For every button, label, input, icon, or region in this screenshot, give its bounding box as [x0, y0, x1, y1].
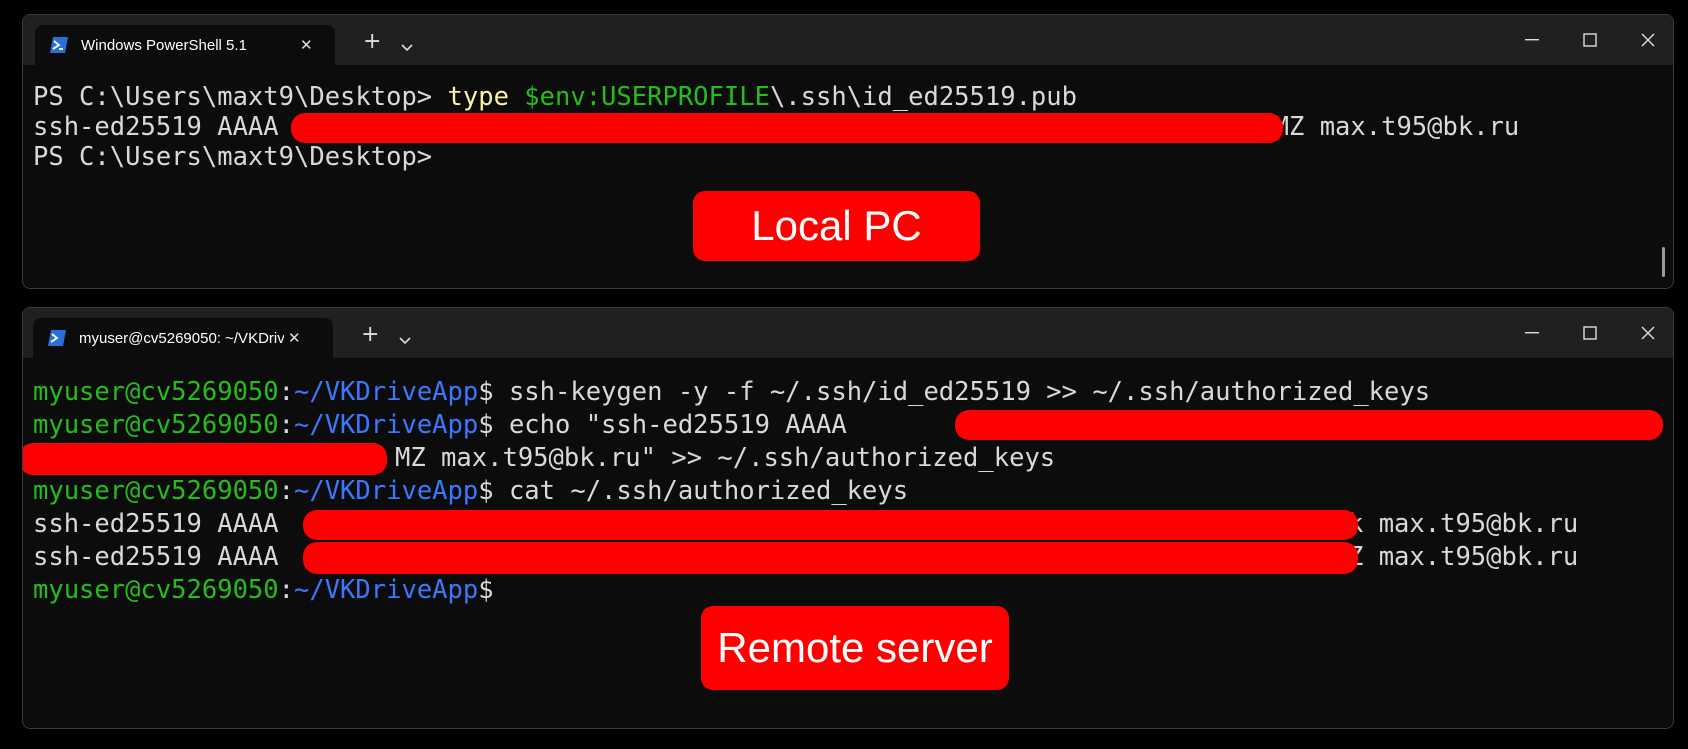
tab-remote-server[interactable]: myuser@cv5269050: ~/VKDriveApp ✕: [33, 318, 333, 358]
tab-close-icon[interactable]: ✕: [288, 329, 301, 347]
close-window-button[interactable]: [1633, 322, 1663, 344]
local-pc-label: Local PC: [693, 191, 980, 261]
title-bar: Windows PowerShell 5.1 ✕ +: [23, 15, 1673, 65]
title-bar: myuser@cv5269050: ~/VKDriveApp ✕ +: [23, 308, 1673, 358]
redaction-mark: [291, 113, 1283, 143]
remote-terminal-window: myuser@cv5269050: ~/VKDriveApp ✕ + myuse…: [22, 307, 1674, 729]
tab-close-icon[interactable]: ✕: [300, 36, 313, 54]
redaction-mark: [303, 510, 1358, 540]
powershell-icon: [49, 36, 69, 54]
minimize-button[interactable]: [1517, 322, 1547, 344]
tab-title: myuser@cv5269050: ~/VKDriveApp: [79, 329, 284, 347]
tab-powershell[interactable]: Windows PowerShell 5.1 ✕: [35, 25, 335, 65]
terminal-line: myuser@cv5269050:~/VKDriveApp$ cat ~/.ss…: [33, 476, 909, 506]
minimize-button[interactable]: [1517, 29, 1547, 51]
redaction-mark: [23, 443, 387, 475]
terminal-output[interactable]: myuser@cv5269050:~/VKDriveApp$ ssh-keyge…: [23, 360, 1673, 728]
new-tab-button[interactable]: +: [361, 324, 379, 346]
redaction-mark: [303, 542, 1358, 574]
maximize-button[interactable]: [1575, 29, 1605, 51]
chevron-down-icon[interactable]: [401, 37, 413, 56]
scrollbar[interactable]: [1662, 247, 1665, 277]
terminal-line: myuser@cv5269050:~/VKDriveApp$ echo "ssh…: [33, 410, 847, 440]
chevron-down-icon[interactable]: [399, 330, 411, 349]
new-tab-button[interactable]: +: [363, 31, 381, 53]
local-terminal-window: Windows PowerShell 5.1 ✕ + PS C:\Users\m…: [22, 14, 1674, 289]
terminal-output[interactable]: PS C:\Users\maxt9\Desktop> type $env:USE…: [23, 67, 1673, 288]
terminal-line: myuser@cv5269050:~/VKDriveApp$: [33, 575, 494, 605]
maximize-button[interactable]: [1575, 322, 1605, 344]
terminal-line: PS C:\Users\maxt9\Desktop>: [33, 142, 433, 172]
terminal-line: myuser@cv5269050:~/VKDriveApp$ ssh-keyge…: [33, 377, 1431, 407]
close-window-button[interactable]: [1633, 29, 1663, 51]
terminal-penguin-icon: [47, 329, 67, 347]
tab-title: Windows PowerShell 5.1: [81, 36, 247, 54]
redaction-mark: [955, 410, 1663, 440]
remote-server-label: Remote server: [701, 606, 1009, 690]
terminal-line: PS C:\Users\maxt9\Desktop> type $env:USE…: [33, 82, 1077, 112]
